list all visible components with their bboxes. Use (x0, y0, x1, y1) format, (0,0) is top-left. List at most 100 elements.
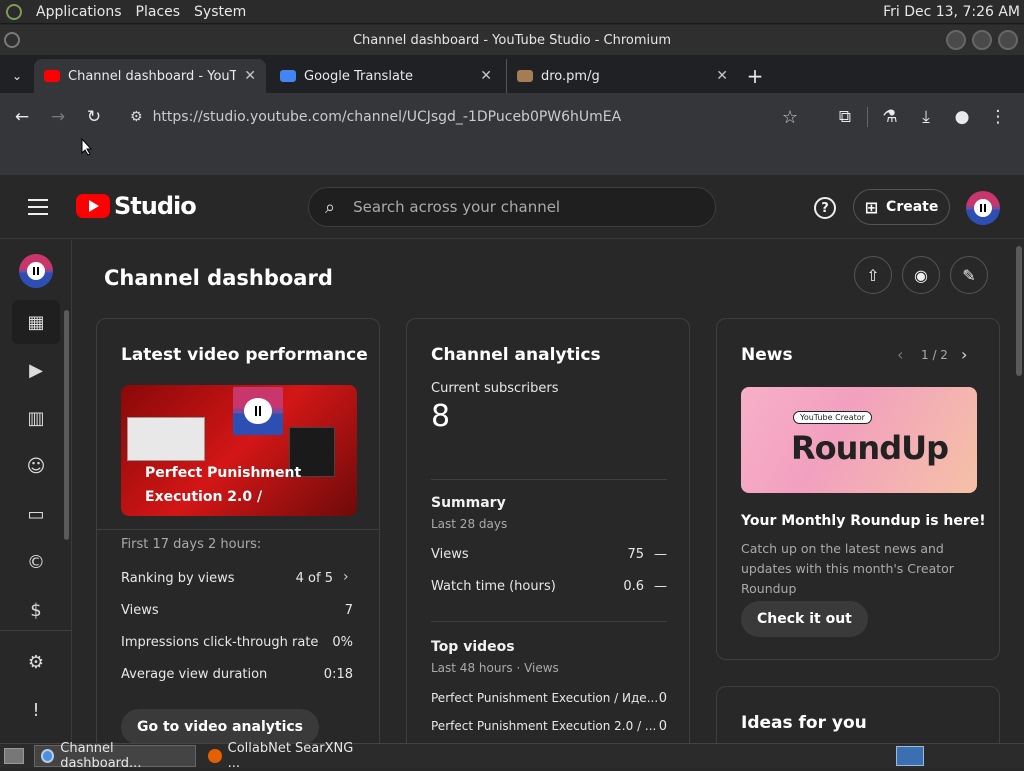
stat-label: Views (121, 603, 159, 618)
tab-strip: ⌄ Channel dashboard - YouTub ✕ Google Tr… (0, 55, 1024, 93)
stat-row-views: Views 7 (121, 603, 353, 618)
address-bar[interactable]: ⚙ https://studio.youtube.com/channel/UCJ… (120, 97, 810, 137)
side-nav: ▦ ▶ ▥ ☺ ▭ © $ ⚙ ! (0, 240, 72, 743)
chevron-right-icon[interactable]: › (961, 345, 967, 364)
card-title: Ideas for you (741, 713, 867, 733)
download-icon[interactable]: ⤓ (908, 107, 944, 127)
ideas-card: Ideas for you (716, 686, 1000, 743)
stat-value: 7 (344, 603, 353, 618)
site-info-icon[interactable]: ⚙ (130, 109, 143, 125)
main-content: Channel dashboard ⇧ ◉ ✎ Latest video per… (72, 240, 1024, 743)
tab-dro-pm[interactable]: dro.pm/g ✕ (506, 59, 738, 93)
tab-search-icon[interactable]: ⌄ (0, 59, 34, 93)
stat-label: Impressions click-through rate (121, 635, 319, 650)
stat-value: 4 of 5 (295, 571, 333, 586)
go-to-analytics-button[interactable]: Go to video analytics (121, 709, 320, 743)
tray-chromium-icon[interactable] (896, 746, 924, 766)
bookmark-star-icon[interactable]: ☆ (782, 107, 798, 128)
nav-scrollbar[interactable] (64, 310, 69, 540)
minimize-button[interactable] (946, 30, 966, 50)
nav-community-icon[interactable]: ☺ (12, 444, 60, 488)
nav-feedback-icon[interactable]: ! (12, 688, 60, 732)
browser-toolbar: ← → ↻ ⚙ https://studio.youtube.com/chann… (0, 93, 1024, 141)
firefox-icon (208, 749, 222, 763)
maximize-button[interactable] (972, 30, 992, 50)
stat-row-ctr: Impressions click-through rate 0% (121, 635, 353, 650)
create-post-icon[interactable]: ✎ (950, 256, 988, 294)
taskbar-firefox[interactable]: CollabNet SearXNG ... (202, 741, 372, 771)
reload-icon[interactable]: ↻ (76, 107, 112, 127)
top-video-title: Perfect Punishment Execution 2.0 / ... (431, 719, 657, 733)
studio-logo[interactable]: Studio (76, 192, 197, 220)
new-tab-icon[interactable]: + (738, 59, 772, 93)
subscribers-label: Current subscribers (431, 381, 559, 396)
channel-avatar[interactable] (19, 254, 53, 288)
show-desktop-icon[interactable] (4, 748, 24, 764)
stat-label: Views (431, 547, 469, 562)
check-it-out-button[interactable]: Check it out (741, 601, 868, 637)
stat-value: 0% (332, 635, 353, 650)
os-logo-icon[interactable] (6, 3, 22, 20)
close-tab-icon[interactable]: ✕ (480, 68, 492, 84)
nav-copyright-icon[interactable]: © (12, 540, 60, 584)
forward-icon[interactable]: → (40, 107, 76, 127)
stat-value: 75 (627, 547, 644, 562)
taskbar-label: CollabNet SearXNG ... (227, 741, 354, 771)
profile-icon[interactable]: ● (944, 107, 980, 127)
create-button[interactable]: ⊞ Create (853, 189, 950, 225)
url-text[interactable]: https://studio.youtube.com/channel/UCJsg… (153, 109, 622, 125)
stat-row-ranking[interactable]: Ranking by views 4 of 5 (121, 571, 333, 586)
hamburger-menu-icon[interactable] (28, 199, 48, 215)
chevron-left-icon[interactable]: ‹ (897, 345, 903, 364)
extensions-icon[interactable]: ⧉ (827, 107, 863, 127)
main-scrollbar[interactable] (1016, 246, 1022, 376)
news-banner-image[interactable]: YouTube Creator RoundUp (741, 387, 977, 493)
nav-settings-icon[interactable]: ⚙ (12, 640, 60, 684)
upload-icon[interactable]: ⇧ (854, 256, 892, 294)
labs-icon[interactable]: ⚗ (872, 107, 908, 127)
news-card: News ‹ 1 / 2 › YouTube Creator RoundUp Y… (716, 318, 1000, 660)
channel-analytics-card: Channel analytics Current subscribers 8 … (406, 318, 690, 743)
nav-subtitles-icon[interactable]: ▭ (12, 492, 60, 536)
window-menu-icon[interactable] (4, 32, 20, 48)
search-input[interactable]: ⌕ Search across your channel (308, 187, 716, 227)
youtube-play-icon (76, 194, 110, 218)
top-video-row[interactable]: Perfect Punishment Execution / Иде... 0 (431, 691, 667, 706)
top-videos-title: Top videos (431, 639, 515, 655)
create-label: Create (886, 199, 939, 215)
nav-earn-icon[interactable]: $ (12, 588, 60, 632)
tab-label: Channel dashboard - YouTub (68, 68, 236, 84)
account-avatar[interactable] (966, 191, 1000, 225)
close-tab-icon[interactable]: ✕ (244, 68, 256, 84)
stat-trend: — (654, 579, 667, 594)
card-title: Latest video performance (121, 345, 368, 365)
menu-places[interactable]: Places (136, 4, 181, 20)
chevron-right-icon[interactable]: › (343, 569, 349, 585)
top-video-views: 0 (658, 719, 667, 734)
tab-youtube-studio[interactable]: Channel dashboard - YouTub ✕ (34, 59, 266, 93)
top-video-row[interactable]: Perfect Punishment Execution 2.0 / ... 0 (431, 719, 667, 734)
studio-logo-text: Studio (114, 192, 197, 220)
help-icon[interactable]: ? (814, 197, 836, 219)
tab-google-translate[interactable]: Google Translate ✕ (270, 59, 502, 93)
clock[interactable]: Fri Dec 13, 7:26 AM (883, 4, 1020, 20)
translate-favicon-icon (280, 70, 296, 82)
stat-row-duration: Average view duration 0:18 (121, 667, 353, 682)
menu-system[interactable]: System (194, 4, 246, 20)
back-icon[interactable]: ← (4, 107, 40, 127)
close-window-button[interactable] (998, 30, 1018, 50)
nav-analytics-icon[interactable]: ▥ (12, 396, 60, 440)
thumbnail-avatar-image (233, 387, 283, 435)
banner-title: RoundUp (791, 429, 949, 467)
taskbar-chromium[interactable]: Channel dashboard... (34, 741, 196, 771)
go-live-icon[interactable]: ◉ (902, 256, 940, 294)
menu-applications[interactable]: Applications (36, 4, 122, 20)
folder-favicon-icon (517, 70, 533, 82)
video-thumbnail[interactable]: Perfect Punishment Execution 2.0 / Идеал… (121, 385, 357, 516)
nav-dashboard-icon[interactable]: ▦ (12, 300, 60, 344)
nav-content-icon[interactable]: ▶ (12, 348, 60, 392)
tab-label: Google Translate (304, 68, 414, 84)
close-tab-icon[interactable]: ✕ (716, 68, 728, 84)
menu-kebab-icon[interactable]: ⋮ (980, 107, 1016, 127)
news-pager: 1 / 2 (921, 348, 948, 362)
